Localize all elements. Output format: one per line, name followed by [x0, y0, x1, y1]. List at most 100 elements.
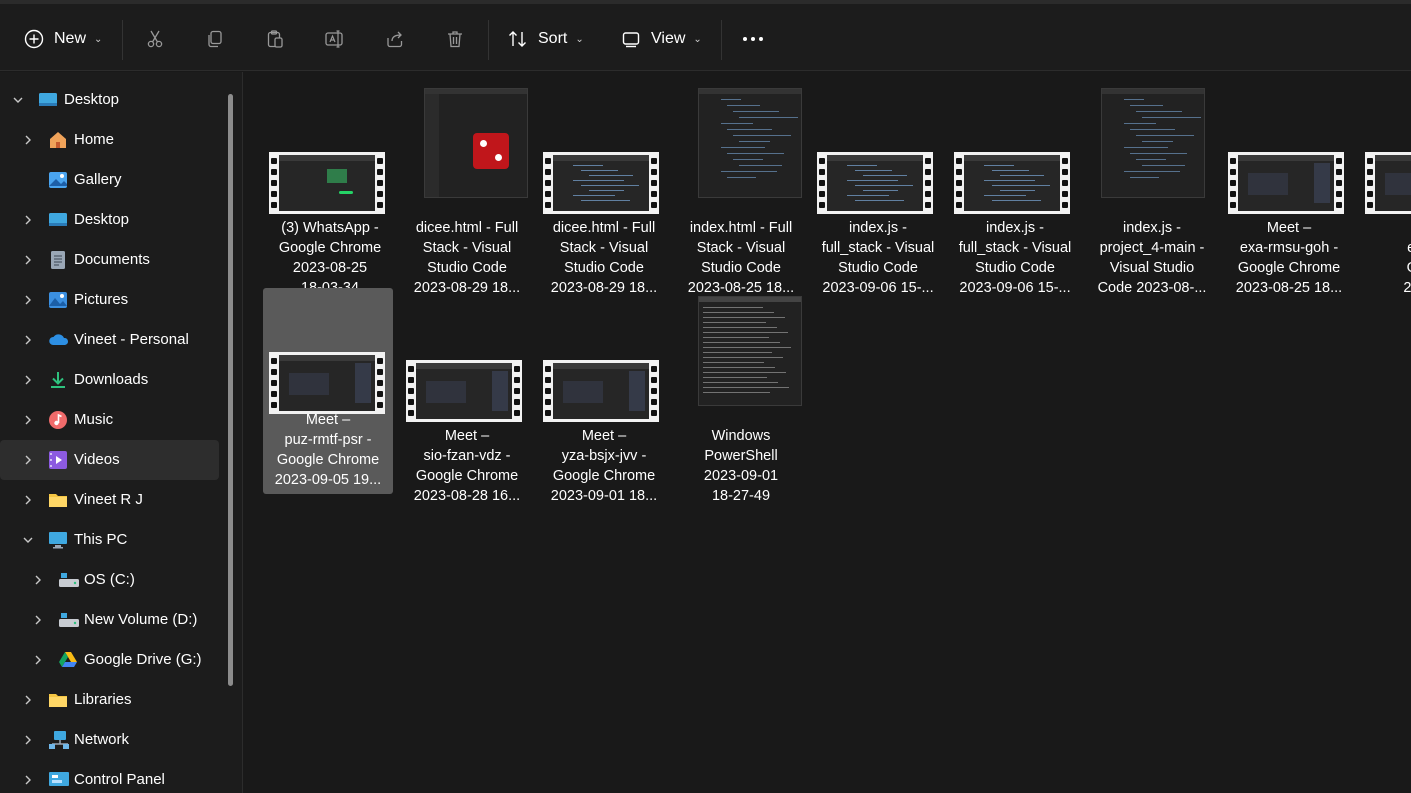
sidebar-item-desktop[interactable]: Desktop [0, 80, 219, 120]
sidebar-item-label: Google Drive (G:) [84, 651, 202, 668]
file-name-line: index.js - [848, 220, 908, 236]
sidebar-item-vineet-r-j[interactable]: Vineet R J [0, 480, 219, 520]
chevron-right-icon[interactable] [31, 653, 45, 667]
downloads-icon [48, 370, 68, 390]
sidebar-item-os-c[interactable]: OS (C:) [0, 560, 219, 600]
file-item[interactable]: dicee.html - Full Stack - Visual Studio Co… [539, 88, 669, 296]
sidebar-item-videos[interactable]: Videos [0, 440, 219, 480]
chevron-right-icon[interactable] [21, 333, 35, 347]
sidebar-item-documents[interactable]: Documents [0, 240, 219, 280]
file-name-line: 2023-09-01 18... [550, 488, 658, 504]
sidebar-item-control-panel[interactable]: Control Panel [0, 760, 219, 793]
file-name-line: Stack - Visual [696, 240, 786, 256]
copy-button[interactable] [203, 22, 227, 56]
file-name-line: Studio Code [701, 260, 781, 276]
image-thumbnail [1101, 88, 1205, 198]
chevron-right-icon[interactable] [21, 453, 35, 467]
file-name-line: full_stack - Visual [958, 240, 1072, 256]
sidebar-item-label: Desktop [74, 211, 130, 228]
chevron-right-icon[interactable] [21, 693, 35, 707]
share-icon [383, 27, 407, 51]
chevron-right-icon[interactable] [21, 773, 35, 787]
chevron-right-icon[interactable] [21, 253, 35, 267]
sort-button-label: Sort [538, 30, 568, 47]
sidebar-item-google-drive-g[interactable]: Google Drive (G:) [0, 640, 219, 680]
sidebar-item-label: Desktop [64, 91, 120, 108]
file-item[interactable]: Meet – puz-rmtf-psr - Google Chrome 2023-09… [263, 288, 393, 494]
sidebar-item-home[interactable]: Home [0, 120, 219, 160]
sidebar-item-libraries[interactable]: Libraries [0, 680, 219, 720]
sidebar-item-gallery[interactable]: Gallery [0, 160, 219, 200]
file-name: index.html - Full Stack - Visual Studio Co… [678, 218, 804, 298]
chevron-right-icon[interactable] [21, 373, 35, 387]
sidebar-item-downloads[interactable]: Downloads [0, 360, 219, 400]
sidebar-item-label: Downloads [74, 371, 149, 388]
file-item[interactable]: index.js - full_stack - Visual Studio Code… [950, 88, 1080, 296]
rename-button[interactable] [323, 22, 347, 56]
sidebar-item-label: Network [74, 731, 130, 748]
chevron-right-icon[interactable] [21, 293, 35, 307]
sidebar-item-music[interactable]: Music [0, 400, 219, 440]
file-item[interactable]: Meet – exa-rmsu-goh - Google Chrome 2023-08… [1224, 88, 1354, 296]
sidebar-item-vineet-personal[interactable]: Vineet - Personal [0, 320, 219, 360]
view-button[interactable]: View ⌄ [619, 22, 702, 56]
sidebar-item-this-pc[interactable]: This PC [0, 520, 219, 560]
share-button[interactable] [383, 22, 407, 56]
file-name-line: 2023-08-25 18... [1235, 280, 1343, 296]
chevron-right-icon[interactable] [21, 133, 35, 147]
sidebar-item-desktop[interactable]: Desktop [0, 200, 219, 240]
file-name: index.js - full_stack - Visual Studio Code… [815, 218, 941, 298]
chevron-right-icon[interactable] [21, 413, 35, 427]
file-name-line: 2023-09-05 19... [274, 472, 382, 488]
more-options-button[interactable] [741, 22, 765, 56]
image-thumbnail [698, 296, 802, 406]
control-panel-icon [48, 770, 69, 790]
sidebar-item-network[interactable]: Network [0, 720, 219, 760]
file-name-line: index.html - Full [689, 220, 793, 236]
desktop-icon [48, 210, 68, 230]
file-item[interactable]: Mexa-rrGoogl 2023-0 [1361, 88, 1411, 296]
sort-button[interactable]: Sort ⌄ [506, 22, 584, 56]
chevron-right-icon[interactable] [31, 613, 45, 627]
file-item[interactable]: (3) WhatsApp -Google Chrome2023-08-2518-… [265, 88, 395, 296]
chevron-right-icon[interactable] [31, 573, 45, 587]
file-name-line: Google Chrome [1237, 260, 1341, 276]
sidebar-item-new-volume-d[interactable]: New Volume (D:) [0, 600, 219, 640]
command-bar: New ⌄ Sort ⌄ View ⌄ [0, 4, 1411, 71]
file-name: (3) WhatsApp -Google Chrome2023-08-2518-… [267, 218, 393, 298]
file-item[interactable]: index.js - project_4-main - Visual Studio C… [1087, 88, 1217, 296]
video-thumbnail [817, 152, 933, 214]
file-item[interactable]: Meet – sio-fzan-vdz - Google Chrome 2023-08… [402, 296, 532, 504]
navigation-pane: Desktop Home Gallery Desktop Documents Pictur… [0, 72, 243, 793]
delete-button[interactable] [443, 22, 467, 56]
file-item[interactable]: index.js - full_stack - Visual Studio Code… [813, 88, 943, 296]
sidebar-item-pictures[interactable]: Pictures [0, 280, 219, 320]
file-name-line: sio-fzan-vdz - [423, 448, 511, 464]
cut-button[interactable] [143, 22, 167, 56]
file-name-line: Stack - Visual [422, 240, 512, 256]
chevron-down-icon[interactable] [11, 93, 25, 107]
chevron-down-icon: ⌄ [94, 33, 103, 45]
chevron-right-icon[interactable] [21, 493, 35, 507]
pictures-icon [48, 290, 68, 310]
file-name: index.js - full_stack - Visual Studio Code… [952, 218, 1078, 298]
file-name: Mexa-rrGoogl 2023-0 [1363, 218, 1411, 298]
file-item[interactable]: Meet – yza-bsjx-jvv - Google Chrome 2023-09… [539, 296, 669, 504]
new-button[interactable]: New ⌄ [22, 22, 102, 56]
file-item[interactable]: dicee.html - Full Stack - Visual Studio Co… [402, 88, 532, 296]
file-item[interactable]: Windows PowerShell 2023-09-01 18-27-49 [676, 296, 806, 504]
sidebar-item-label: Vineet - Personal [74, 331, 189, 348]
sidebar-item-label: Videos [74, 451, 120, 468]
chevron-right-icon[interactable] [21, 733, 35, 747]
paste-button[interactable] [263, 22, 287, 56]
chevron-right-icon[interactable] [21, 213, 35, 227]
file-name-line: Meet – [581, 428, 627, 444]
file-name-line: Windows [711, 428, 771, 444]
file-name-line: 2023-08-25 [292, 260, 368, 276]
folder-icon [48, 490, 68, 510]
chevron-down-icon[interactable] [21, 533, 35, 547]
file-name: index.js - project_4-main - Visual Studio C… [1089, 218, 1215, 298]
file-item[interactable]: index.html - Full Stack - Visual Studio Co… [676, 88, 806, 296]
navigation-scrollbar[interactable] [228, 94, 233, 686]
file-name-line: 18-27-49 [711, 488, 771, 504]
